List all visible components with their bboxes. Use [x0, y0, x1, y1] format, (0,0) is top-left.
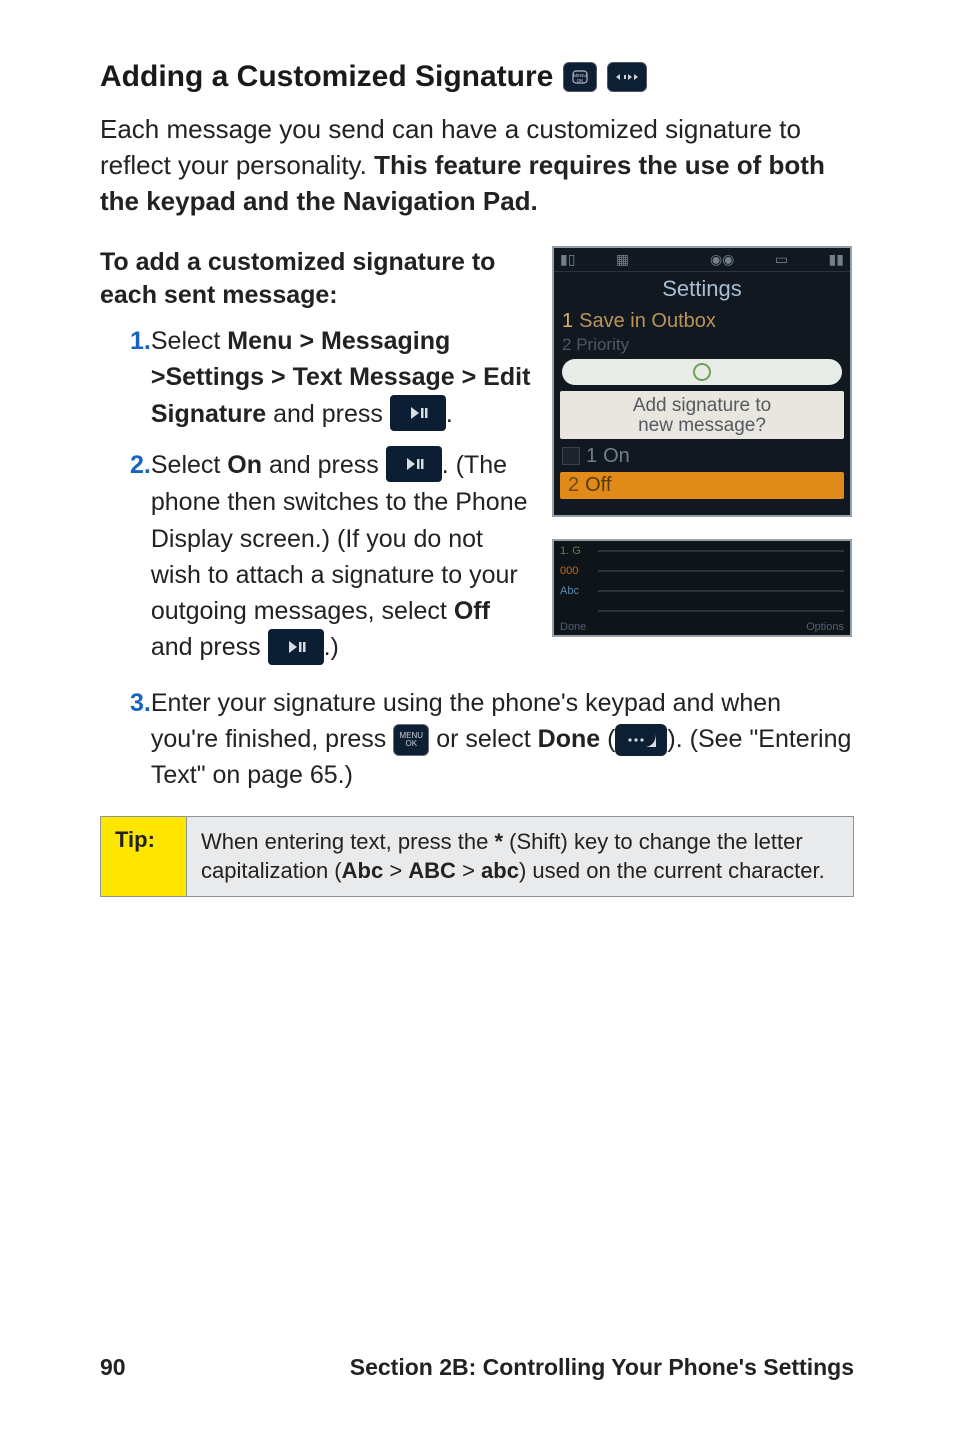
- intro-paragraph: Each message you send can have a customi…: [100, 112, 854, 220]
- dialog-card: Add signature to new message?: [560, 391, 844, 439]
- step-3-c: Done: [538, 725, 601, 753]
- step-2-c: and press: [262, 451, 386, 479]
- step-1-c: and press: [266, 400, 390, 428]
- softkey-options: Options: [806, 621, 844, 633]
- settings-row1-text: Save in Outbox: [579, 310, 716, 332]
- entry-row-3: Abc: [554, 581, 850, 601]
- entry-row-4-line: [598, 610, 844, 612]
- right-softkey-icon: [615, 724, 667, 756]
- entry-row-4: [554, 601, 850, 621]
- phone-settings-screenshot: ▮▯ ▦ ◉◉ ▭ ▮▮ Settings 1 Save in Outbox 2 …: [552, 246, 852, 517]
- settings-row1-num: 1: [562, 310, 573, 332]
- entry-row-2-label: 000: [560, 565, 590, 577]
- entry-row-1-line: [598, 550, 844, 552]
- entry-row-3-line: [598, 590, 844, 592]
- tip-c3: abc: [481, 858, 519, 883]
- checkbox-icon: [562, 447, 580, 465]
- tip-a: When entering text, press the: [201, 829, 495, 854]
- tip-star: *: [495, 829, 504, 854]
- dialog-line2: new message?: [564, 415, 840, 437]
- status-bar: ▮▯ ▦ ◉◉ ▭ ▮▮: [554, 248, 850, 272]
- phone-text-entry-screenshot: 1. G 000 Abc Done Options: [552, 539, 852, 637]
- entry-row-1-label: 1. G: [560, 545, 590, 557]
- tip-c2: ABC: [408, 858, 456, 883]
- tip-d: ) used on the current character.: [519, 858, 825, 883]
- step-2-f: and press: [151, 633, 268, 661]
- heading-row: Adding a Customized Signature MENUOK: [100, 60, 854, 94]
- entry-softkeys: Done Options: [554, 621, 850, 633]
- step-3-container: 3. Enter your signature using the phone'…: [100, 685, 854, 794]
- procedure-subheading: To add a customized signature to each se…: [100, 246, 534, 314]
- option-on: 1 On: [554, 439, 850, 472]
- step-2-a: Select: [151, 451, 227, 479]
- settings-row2-text: Priority: [576, 335, 629, 354]
- step-2-e: Off: [454, 597, 490, 625]
- page-heading: Adding a Customized Signature: [100, 60, 553, 94]
- entry-row-3-label: Abc: [560, 585, 590, 597]
- step-1-a: Select: [151, 327, 227, 355]
- play-pause-key-icon: [386, 446, 442, 482]
- steps-list: 1. Select Menu > Messaging >Settings > T…: [100, 323, 534, 667]
- option-on-num: 1: [586, 445, 597, 468]
- settings-row-save-outbox: 1 Save in Outbox: [554, 308, 850, 335]
- content-right: ▮▯ ▦ ◉◉ ▭ ▮▮ Settings 1 Save in Outbox 2 …: [552, 246, 854, 681]
- tip-box: Tip: When entering text, press the * (Sh…: [100, 816, 854, 897]
- step-2: 2. Select On and press . (The phone then…: [100, 447, 534, 667]
- step-3: 3. Enter your signature using the phone'…: [100, 685, 854, 794]
- play-pause-key-icon: [268, 629, 324, 665]
- step-2-number: 2.: [100, 447, 151, 667]
- settings-row2-num: 2: [562, 335, 571, 354]
- tip-c1: Abc: [342, 858, 384, 883]
- page-footer: 90 Section 2B: Controlling Your Phone's …: [100, 1354, 854, 1381]
- dialog-line1: Add signature to: [564, 395, 840, 417]
- tip-sep2: >: [456, 858, 481, 883]
- section-title: Section 2B: Controlling Your Phone's Set…: [350, 1354, 854, 1381]
- content-left: To add a customized signature to each se…: [100, 246, 534, 681]
- menu-ok-key-icon: MENUOK: [563, 62, 597, 92]
- option-off-num: 2: [568, 474, 579, 496]
- entry-row-1: 1. G: [554, 541, 850, 561]
- tip-label: Tip:: [101, 817, 187, 896]
- status-signal-icon: ▮▯: [560, 251, 575, 268]
- menu-ok-key-icon: MENUOK: [393, 724, 429, 756]
- step-3-text: Enter your signature using the phone's k…: [151, 685, 854, 794]
- option-off-selected: 2 Off: [560, 472, 844, 499]
- status-msg-icon: ▭: [775, 251, 788, 268]
- content-columns: To add a customized signature to each se…: [100, 246, 854, 681]
- step-1-text: Select Menu > Messaging >Settings > Text…: [151, 323, 534, 433]
- settings-row-priority: 2 Priority: [554, 335, 850, 357]
- step-1-d: .: [446, 400, 453, 428]
- tip-body: When entering text, press the * (Shift) …: [187, 817, 853, 896]
- entry-row-2: 000: [554, 561, 850, 581]
- step-3-d: (: [600, 725, 615, 753]
- entry-row-2-line: [598, 570, 844, 572]
- tip-sep1: >: [383, 858, 408, 883]
- option-off-text: Off: [585, 474, 611, 496]
- option-on-text: On: [603, 445, 630, 468]
- settings-scroll-indicator: [562, 359, 842, 385]
- step-1-number: 1.: [100, 323, 151, 433]
- step-3-b: or select: [429, 725, 537, 753]
- step-2-b: On: [227, 451, 262, 479]
- screen-title: Settings: [554, 272, 850, 308]
- svg-text:OK: OK: [577, 78, 584, 83]
- status-sound-icon: ◉◉: [710, 251, 734, 268]
- softkey-done: Done: [560, 621, 586, 633]
- step-2-g: .): [324, 633, 339, 661]
- status-grid-icon: ▦: [616, 251, 629, 268]
- scroll-dot-icon: [693, 363, 711, 381]
- page-number: 90: [100, 1354, 126, 1381]
- step-3-number: 3.: [100, 685, 151, 794]
- navigation-pad-icon: [607, 62, 647, 92]
- step-1: 1. Select Menu > Messaging >Settings > T…: [100, 323, 534, 433]
- status-battery-icon: ▮▮: [829, 251, 844, 268]
- play-pause-key-icon: [390, 395, 446, 431]
- step-2-text: Select On and press . (The phone then sw…: [151, 447, 534, 667]
